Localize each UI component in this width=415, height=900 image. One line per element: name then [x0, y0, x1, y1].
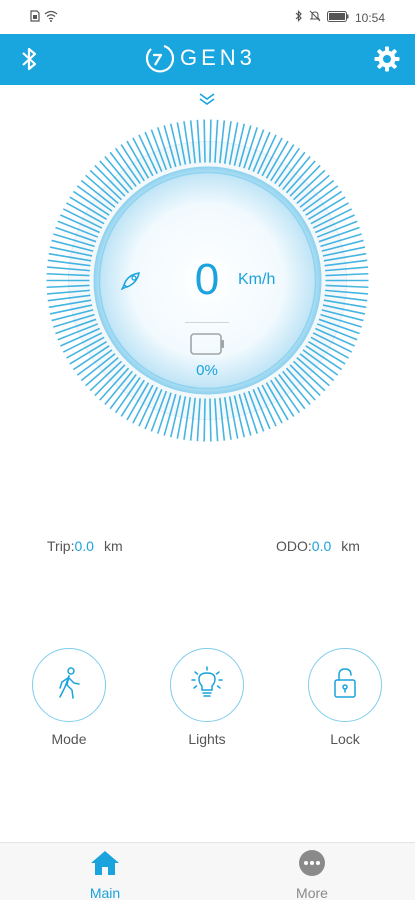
battery-level-icon [190, 333, 226, 360]
chevron-down-icon[interactable] [198, 92, 216, 111]
tab-main[interactable]: Main [65, 849, 145, 900]
gauge-tick [209, 119, 212, 163]
unlocked-padlock-icon [331, 666, 359, 705]
odo-readout: ODO:0.0 km [276, 538, 360, 554]
wifi-icon [44, 9, 58, 27]
rocket-icon [120, 270, 143, 295]
tab-more[interactable]: More [272, 849, 352, 900]
battery-icon [326, 9, 349, 27]
gear-icon[interactable] [373, 45, 401, 78]
trip-unit: km [103, 538, 123, 554]
sim-icon [30, 9, 40, 27]
clock: 10:54 [354, 11, 385, 25]
trip-readout: Trip:0.0 km [47, 538, 123, 554]
battery-percentage: 0% [196, 362, 218, 379]
trip-label: Trip: [47, 538, 75, 554]
gauge-tick [203, 119, 206, 163]
odo-value: 0.0 [311, 538, 332, 554]
home-icon [89, 851, 121, 881]
app-logo: GEN3 [144, 42, 256, 74]
gauge-tick [209, 398, 212, 442]
speed-unit: Km/h [238, 271, 276, 288]
bluetooth-icon[interactable] [20, 46, 40, 77]
gauge-tick [203, 398, 206, 442]
more-icon [298, 850, 326, 881]
status-bar: 10:54 [0, 0, 415, 34]
brand-mark-icon [145, 44, 174, 73]
walking-person-icon [54, 666, 84, 705]
lock-label: Lock [330, 731, 360, 747]
tab-more-label: More [296, 885, 328, 900]
speed-value: 0 [194, 255, 220, 304]
tab-main-label: Main [89, 885, 121, 900]
light-bulb-icon [190, 665, 224, 705]
bottom-nav: Main More [0, 842, 415, 900]
app-bar: GEN3 [0, 34, 415, 85]
lights-button[interactable] [170, 648, 244, 722]
gauge-divider [185, 322, 229, 323]
lock-button[interactable] [308, 648, 382, 722]
bluetooth-icon [295, 9, 303, 27]
trip-value: 0.0 [74, 538, 94, 554]
mode-label: Mode [51, 731, 87, 747]
mode-button[interactable] [32, 648, 106, 722]
odo-unit: km [341, 538, 360, 554]
mute-icon [309, 9, 321, 27]
lights-label: Lights [188, 731, 226, 747]
app-title: GEN3 [180, 45, 256, 70]
odo-label: ODO: [276, 538, 312, 554]
